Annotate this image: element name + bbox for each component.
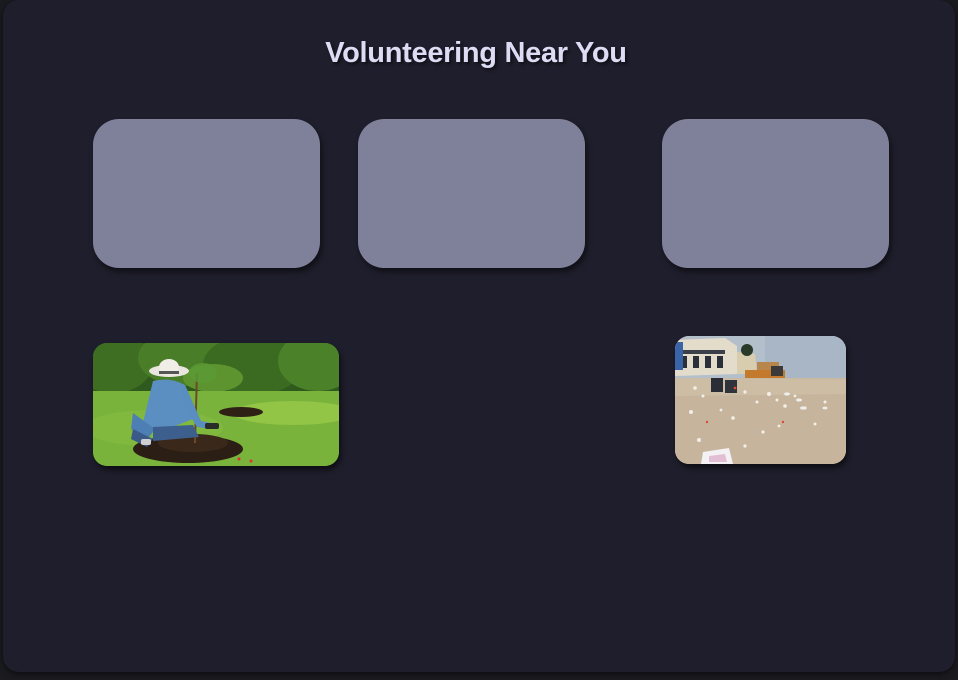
beach-cleanup-image[interactable] [675,336,846,464]
tree-planting-image[interactable] [93,343,339,466]
opportunity-card-1[interactable] [93,119,320,268]
beach-litter-illustration [675,336,846,464]
opportunity-card-3[interactable] [662,119,889,268]
page-title: Volunteering Near You [325,37,627,69]
app-window: Volunteering Near You [3,0,955,672]
tree-planting-illustration [93,343,339,466]
opportunity-card-2[interactable] [358,119,585,268]
